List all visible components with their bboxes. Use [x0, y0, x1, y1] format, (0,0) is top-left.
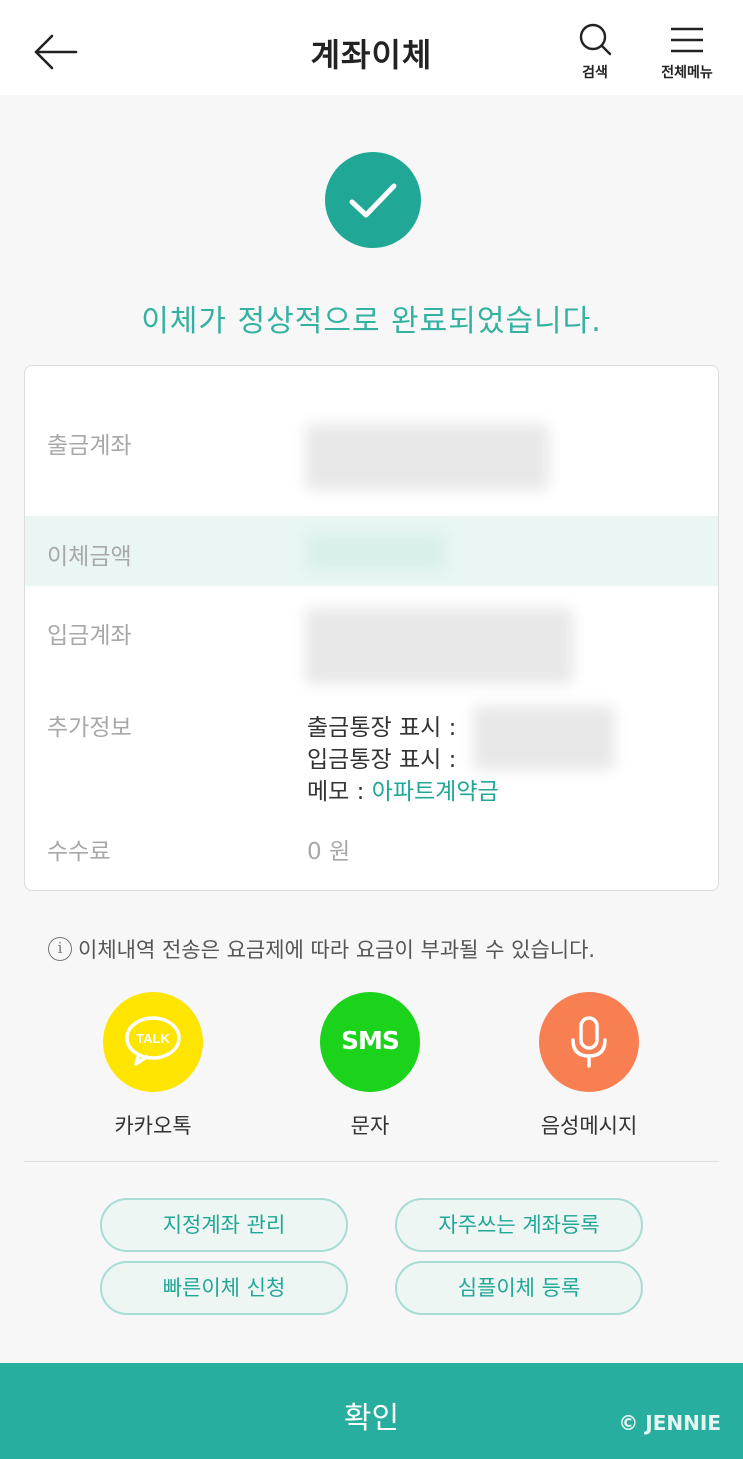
checkmark-icon	[349, 183, 397, 218]
deposit-account-value-redacted	[305, 608, 573, 684]
sms-icon: SMS	[320, 992, 420, 1092]
search-icon	[579, 23, 612, 56]
kakaotalk-label: 카카오톡	[114, 1114, 192, 1138]
withdraw-account-label: 출금계좌	[47, 433, 132, 459]
kakaotalk-icon-circle: TALK	[103, 992, 203, 1092]
amount-label: 이체금액	[47, 544, 132, 570]
notice-text: 이체내역 전송은 요금제에 따라 요금이 부과될 수 있습니다.	[78, 938, 596, 962]
deposit-display-label: 입금통장 표시 :	[307, 747, 457, 773]
memo-label: 메모 :	[307, 779, 365, 805]
memo-value: 아파트계약금	[371, 779, 499, 805]
simple-transfer-button[interactable]: 심플이체 등록	[395, 1261, 643, 1315]
watermark: © JENNIE	[618, 1411, 721, 1435]
sms-icon-text: SMS	[341, 1026, 400, 1055]
search-label: 검색	[582, 65, 608, 81]
fee-label: 수수료	[47, 839, 111, 865]
completion-message: 이체가 정상적으로 완료되었습니다.	[141, 304, 602, 339]
section-divider	[24, 1161, 719, 1162]
share-kakaotalk-button[interactable]: TALK 카카오톡	[93, 992, 213, 1140]
voice-message-label: 음성메시지	[540, 1114, 638, 1138]
confirm-button[interactable]: 확인 © JENNIE	[0, 1363, 743, 1459]
full-menu-label: 전체메뉴	[661, 65, 713, 81]
hamburger-menu-icon	[671, 27, 703, 53]
quick-transfer-button[interactable]: 빠른이체 신청	[100, 1261, 348, 1315]
app-header: 계좌이체 검색 전체메뉴	[0, 0, 743, 95]
voice-icon-circle	[539, 992, 639, 1092]
info-icon: i	[48, 937, 72, 961]
notice-line: i 이체내역 전송은 요금제에 따라 요금이 부과될 수 있습니다.	[48, 934, 595, 964]
amount-value-redacted	[307, 534, 445, 570]
microphone-icon	[571, 1016, 607, 1068]
kakaotalk-icon-text: TALK	[136, 1031, 170, 1046]
memo-line: 메모 : 아파트계약금	[307, 772, 499, 806]
search-button[interactable]: 검색	[560, 20, 630, 86]
display-values-redacted	[473, 706, 615, 770]
share-voice-message-button[interactable]: 음성메시지	[529, 992, 649, 1140]
withdraw-display-label: 출금통장 표시 :	[307, 715, 457, 741]
deposit-account-label: 입금계좌	[47, 623, 132, 649]
designated-account-button[interactable]: 지정계좌 관리	[100, 1198, 348, 1252]
transfer-detail-card: 출금계좌 이체금액 입금계좌 추가정보 출금통장 표시 : 입금통장 표시 : …	[24, 365, 719, 891]
kakaotalk-icon: TALK	[125, 1016, 181, 1066]
extra-info-label: 추가정보	[47, 715, 132, 741]
share-sms-button[interactable]: SMS 문자	[310, 992, 430, 1140]
fee-value: 0 원	[307, 839, 351, 865]
full-menu-button[interactable]: 전체메뉴	[652, 20, 722, 86]
frequent-account-button[interactable]: 자주쓰는 계좌등록	[395, 1198, 643, 1252]
sms-label: 문자	[350, 1114, 390, 1138]
success-badge	[325, 152, 421, 248]
withdraw-account-value-redacted	[305, 424, 549, 490]
page-title: 계좌이체	[310, 36, 433, 74]
